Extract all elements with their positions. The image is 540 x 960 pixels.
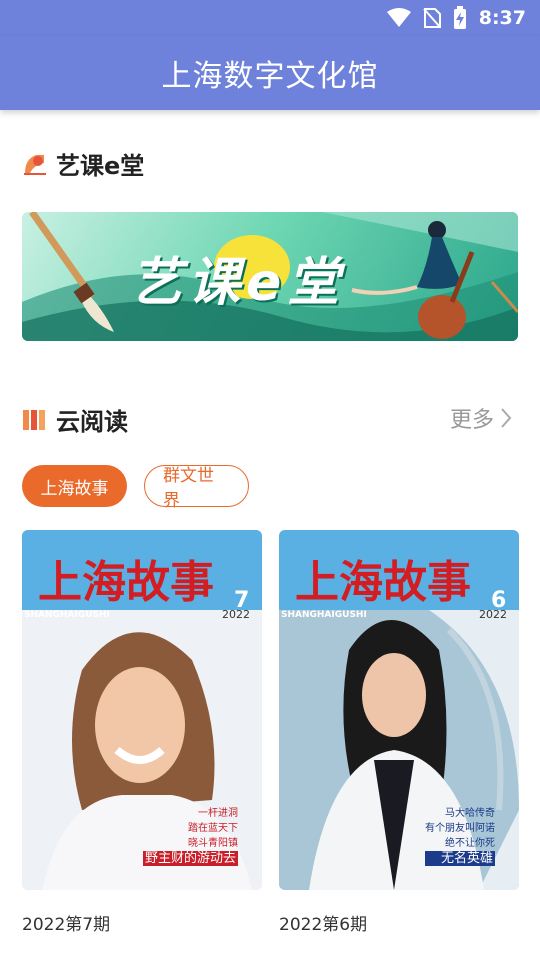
cover-line: 无名英雄 — [425, 851, 495, 866]
tab-shanghai-gushi[interactable]: 上海故事 — [22, 465, 127, 507]
status-time: 8:37 — [478, 7, 526, 29]
cover-headlines: 马大哈传奇 有个朋友叫阿诺 绝不让你死 无名英雄 — [425, 806, 495, 866]
no-sim-icon — [422, 8, 441, 28]
status-icons: 8:37 — [386, 6, 526, 30]
cover-brand: SHANGHAIGUSHI — [281, 610, 367, 620]
cover-title: 上海故事 — [295, 557, 471, 608]
magazine-cover-2[interactable]: 上海故事 SHANGHAIGUSHI 6 2022 马大哈传奇 有个朋友叫阿诺 … — [279, 530, 519, 890]
cover-line: 踏在蓝天下 — [188, 823, 238, 834]
more-link[interactable]: 更多 — [450, 402, 512, 434]
cover-headlines: 一杆进洞 踏在蓝天下 晓斗青阳镇 野主财的游动去 — [142, 806, 238, 866]
chevron-right-icon — [501, 408, 512, 428]
app-bar: 上海数字文化馆 — [0, 36, 540, 110]
cover-line: 一杆进洞 — [198, 808, 238, 819]
issue-year: 2022 — [479, 608, 507, 621]
magazine-cover-1[interactable]: 上海故事 SHANGHAIGUSHI 7 2022 一杆进洞 踏在蓝天下 晓斗青… — [22, 530, 262, 890]
cover-brand: SHANGHAIGUSHI — [24, 610, 110, 620]
section-title-yike: 艺课e堂 — [56, 152, 145, 180]
banner-title: 艺课e堂 — [130, 253, 346, 313]
art-class-icon — [24, 154, 46, 175]
battery-charging-icon — [453, 6, 466, 29]
tab-qunwen-shijie[interactable]: 群文世界 — [144, 465, 249, 511]
tab-label: 群文世界 — [163, 466, 214, 511]
app-title: 上海数字文化馆 — [161, 59, 379, 94]
wifi-icon — [386, 8, 411, 27]
issue-year: 2022 — [222, 608, 250, 621]
section-header-yike: 艺课e堂 — [22, 146, 144, 181]
books-icon — [23, 409, 45, 430]
cover-line: 马大哈传奇 — [445, 808, 495, 819]
magazine-caption-1[interactable]: 2022第7期 — [22, 910, 110, 935]
cover-title: 上海故事 — [38, 557, 214, 608]
magazine-caption-2[interactable]: 2022第6期 — [279, 910, 367, 935]
cover-line: 野主财的游动去 — [142, 851, 238, 866]
section-title-yunyuedu: 云阅读 — [56, 408, 128, 436]
tab-label: 上海故事 — [40, 478, 109, 499]
section-header-yunyuedu: 云阅读 — [22, 402, 128, 437]
cover-line: 绝不让你死 — [445, 838, 495, 849]
status-bar: 8:37 — [0, 0, 540, 36]
yike-banner[interactable]: 艺课e堂 — [22, 212, 518, 341]
cover-line: 有个朋友叫阿诺 — [425, 823, 495, 834]
more-label: 更多 — [449, 408, 494, 433]
cover-line: 晓斗青阳镇 — [188, 838, 238, 849]
